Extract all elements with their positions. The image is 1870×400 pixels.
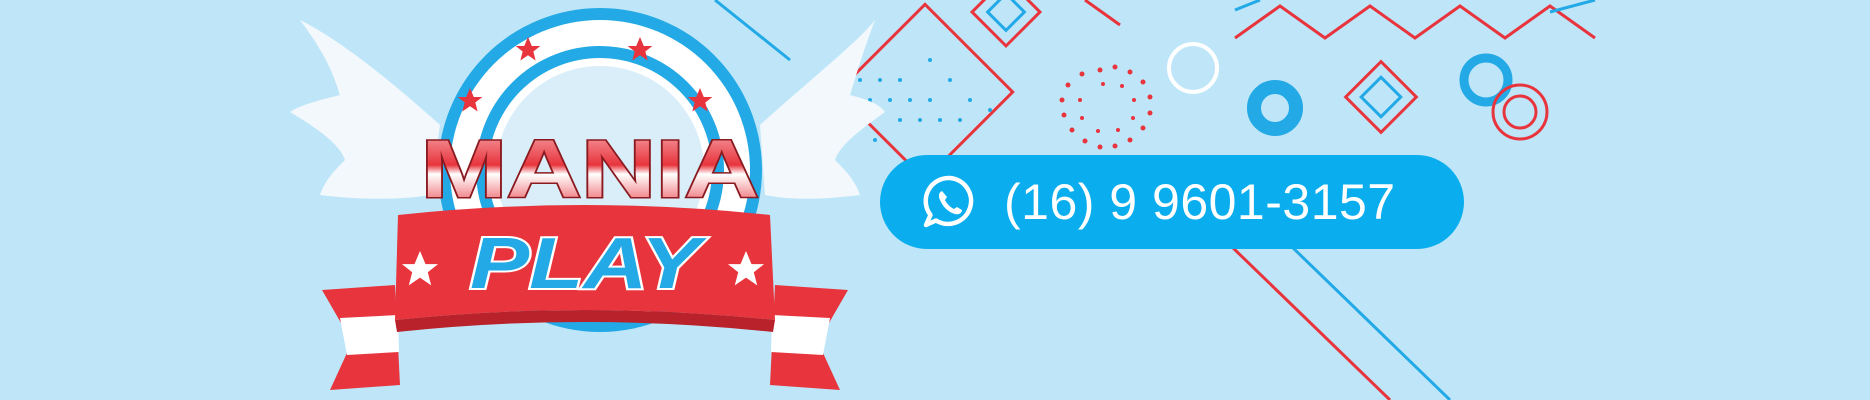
logo-word-mania: MANIA bbox=[421, 124, 759, 215]
whatsapp-icon bbox=[923, 175, 974, 228]
whatsapp-contact-button[interactable]: (16) 9 9601-3157 bbox=[880, 155, 1464, 249]
logo-word-play: PLAY bbox=[470, 224, 707, 304]
phone-number[interactable]: (16) 9 9601-3157 bbox=[1004, 173, 1396, 231]
